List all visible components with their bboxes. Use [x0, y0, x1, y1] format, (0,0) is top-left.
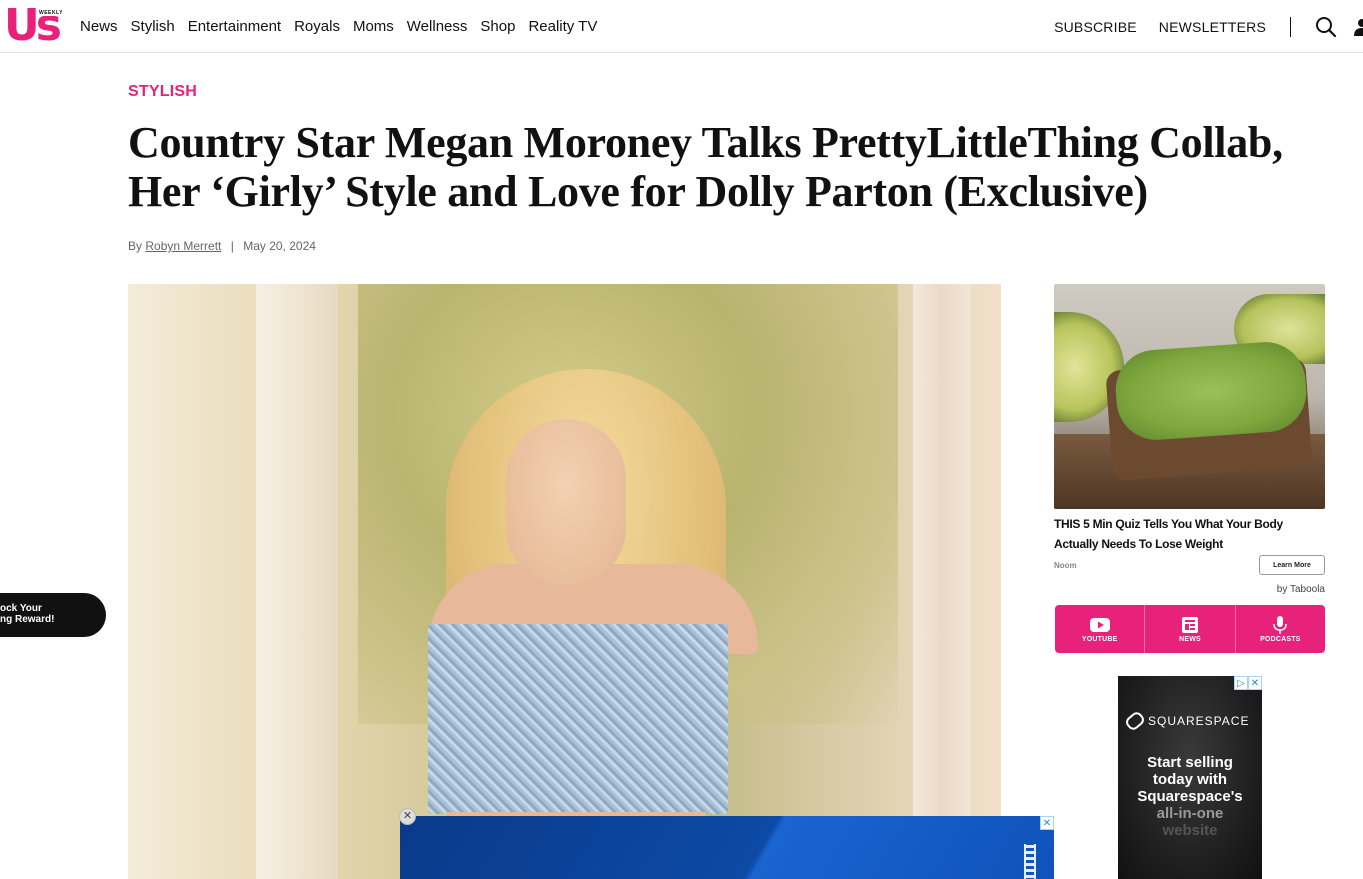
reward-line-1: ock Your	[0, 603, 42, 614]
us-weekly-logo[interactable]: Us WEEKLY	[4, 4, 64, 48]
reward-button[interactable]: ock Your ng Reward!	[0, 593, 106, 637]
sq-line-4: all-in-one	[1156, 805, 1224, 822]
newsletters-link[interactable]: NEWSLETTERS	[1159, 19, 1266, 35]
search-icon[interactable]	[1315, 16, 1337, 38]
ad-badges: ▷ ✕	[1234, 676, 1262, 690]
article-headline: Country Star Megan Moroney Talks PrettyL…	[128, 118, 1283, 216]
hero-face	[506, 419, 626, 584]
learn-more-button[interactable]: Learn More	[1259, 555, 1325, 575]
news-label: NEWS	[1179, 635, 1201, 643]
byline-separator: |	[230, 239, 234, 253]
squarespace-copy: Start selling today with Squarespace's a…	[1118, 754, 1262, 839]
banner-dismiss-icon[interactable]: ✕	[399, 808, 416, 825]
hero-pillar-right	[913, 284, 971, 879]
nav-link-entertainment[interactable]: Entertainment	[188, 18, 281, 35]
youtube-icon	[1089, 617, 1110, 632]
social-bar: YOUTUBE NEWS PODCASTS	[1055, 605, 1325, 653]
close-icon[interactable]: ✕	[1248, 676, 1262, 690]
hero-pillar-left	[256, 284, 338, 879]
ad-title[interactable]: THIS 5 Min Quiz Tells You What Your Body…	[1054, 514, 1325, 554]
news-link[interactable]: NEWS	[1145, 605, 1236, 653]
sq-line-2: today with	[1152, 771, 1228, 788]
podcasts-label: PODCASTS	[1260, 635, 1301, 643]
ad-image-spread	[1113, 339, 1309, 443]
nav-link-news[interactable]: News	[80, 18, 118, 35]
byline-by: By	[128, 239, 143, 253]
hero-image	[128, 284, 1001, 879]
squarespace-mark-icon	[1123, 709, 1147, 733]
podcasts-link[interactable]: PODCASTS	[1236, 605, 1325, 653]
top-nav: Us WEEKLY News Stylish Entertainment Roy…	[0, 0, 1363, 53]
logo-small-text: WEEKLY	[38, 10, 64, 16]
squarespace-brand: SQUARESPACE	[1148, 714, 1250, 728]
article-category[interactable]: STYLISH	[128, 83, 197, 101]
nav-link-shop[interactable]: Shop	[480, 18, 515, 35]
nav-right: SUBSCRIBE NEWSLETTERS	[1054, 0, 1363, 53]
microphone-icon	[1273, 615, 1288, 634]
banner-close-icon[interactable]: ✕	[1040, 816, 1054, 830]
subscribe-link[interactable]: SUBSCRIBE	[1054, 19, 1137, 35]
sq-line-1: Start selling	[1147, 754, 1233, 771]
nav-divider	[1290, 16, 1291, 37]
ad-brand: Noom	[1054, 560, 1077, 570]
nav-link-wellness[interactable]: Wellness	[407, 18, 468, 35]
nav-link-stylish[interactable]: Stylish	[131, 18, 175, 35]
reward-line-2: ng Reward!	[0, 614, 55, 625]
squarespace-ad[interactable]: ▷ ✕ SQUARESPACE Start selling today with…	[1118, 676, 1262, 879]
ad-footer: Noom Learn More	[1054, 555, 1325, 575]
banner-tower-graphic	[1024, 844, 1036, 879]
author-link[interactable]: Robyn Merrett	[145, 239, 221, 253]
news-icon	[1181, 616, 1198, 633]
sq-line-5: website	[1162, 822, 1218, 839]
nav-link-moms[interactable]: Moms	[353, 18, 394, 35]
bottom-banner-ad[interactable]: ✕	[400, 816, 1054, 879]
sponsored-ad-card[interactable]: THIS 5 Min Quiz Tells You What Your Body…	[1054, 284, 1325, 595]
nav-link-reality-tv[interactable]: Reality TV	[528, 18, 597, 35]
article-date: May 20, 2024	[243, 239, 316, 253]
adchoices-icon[interactable]: ▷	[1234, 676, 1248, 690]
taboola-attribution[interactable]: by Taboola	[1054, 584, 1325, 595]
sq-line-3: Squarespace's	[1137, 788, 1243, 805]
hero-dress-top	[428, 624, 728, 814]
ad-image[interactable]	[1054, 284, 1325, 509]
article-byline: By Robyn Merrett | May 20, 2024	[128, 239, 316, 253]
user-icon[interactable]	[1353, 16, 1363, 38]
nav-link-royals[interactable]: Royals	[294, 18, 340, 35]
youtube-label: YOUTUBE	[1081, 635, 1118, 643]
nav-links: News Stylish Entertainment Royals Moms W…	[80, 0, 597, 53]
youtube-link[interactable]: YOUTUBE	[1055, 605, 1146, 653]
squarespace-logo: SQUARESPACE	[1123, 709, 1250, 733]
